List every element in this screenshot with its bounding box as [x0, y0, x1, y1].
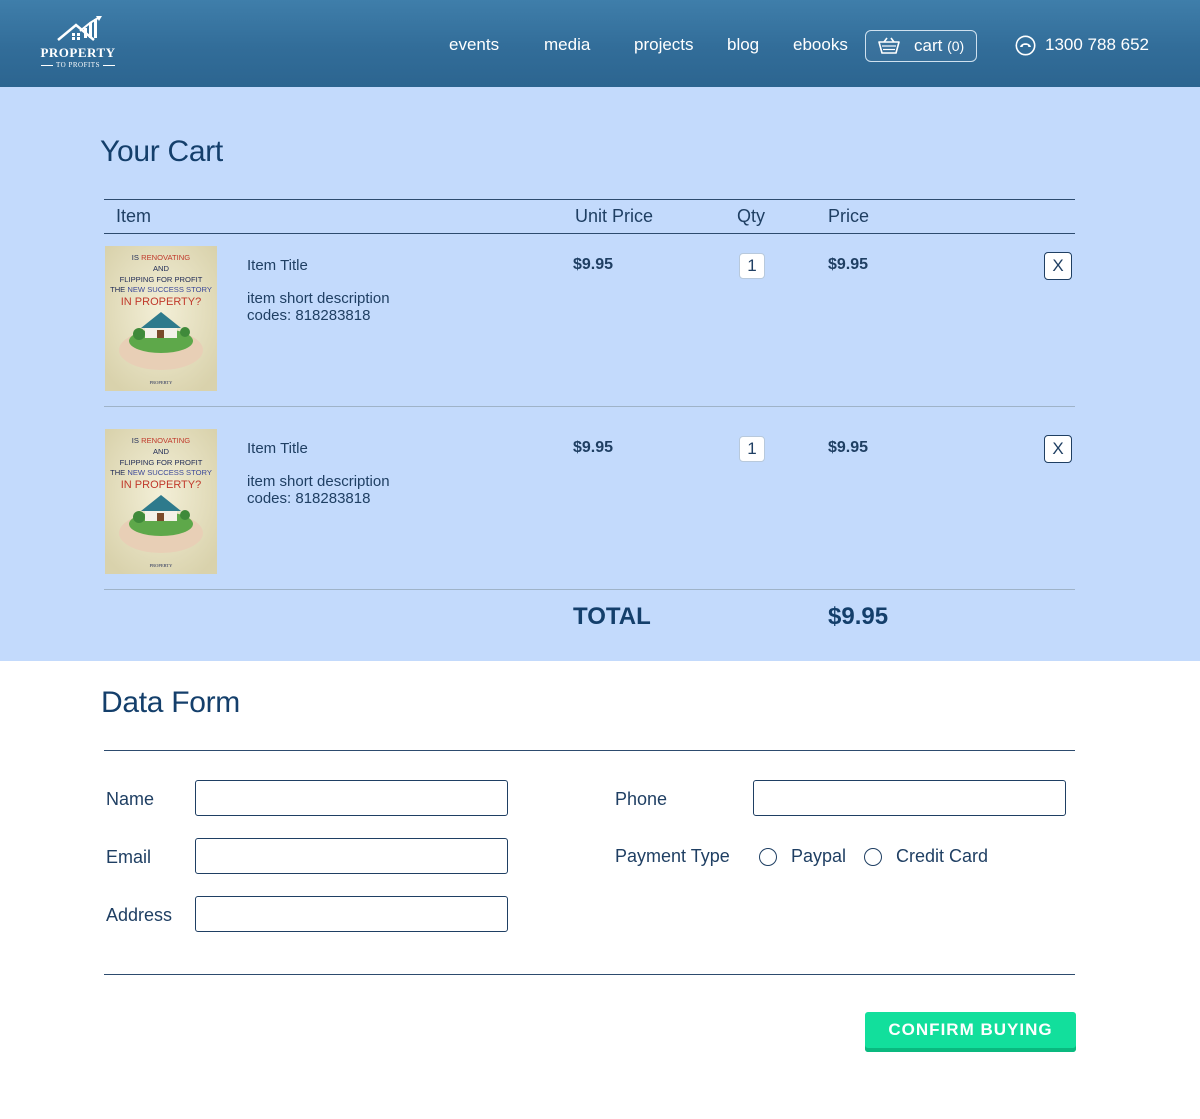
item-price: $9.95 [828, 256, 869, 273]
svg-text:THE NEW SUCCESS STORY: THE NEW SUCCESS STORY [110, 468, 212, 477]
email-label: Email [106, 847, 152, 867]
nav-item-media[interactable]: media [544, 35, 590, 55]
phone-icon [1015, 35, 1036, 56]
name-label: Name [106, 789, 155, 809]
ebook-cover-image[interactable]: IS RENOVATING AND FLIPPING FOR PROFIT TH… [105, 246, 217, 391]
address-field[interactable] [195, 896, 508, 932]
site-header: PROPERTY TO PROFITS events media project… [0, 0, 1200, 87]
row-divider [104, 589, 1075, 590]
row-divider [104, 406, 1075, 407]
item-description: item short description [247, 290, 390, 307]
brand-logo[interactable]: PROPERTY TO PROFITS [38, 16, 118, 72]
item-price: $9.95 [828, 439, 869, 456]
cart-header-top-rule [104, 199, 1075, 200]
payment-type-label: Payment Type [615, 846, 730, 866]
brand-tagline: TO PROFITS [38, 61, 118, 69]
cart-button[interactable]: cart (0) [865, 30, 977, 62]
confirm-buying-button[interactable]: CONFIRM BUYING [865, 1012, 1076, 1052]
item-title: Item Title [247, 440, 308, 457]
quantity-input[interactable] [739, 253, 765, 279]
column-header-unit-price: Unit Price [575, 206, 654, 226]
svg-text:AND: AND [153, 447, 170, 456]
item-codes: codes: 818283818 [247, 307, 371, 324]
svg-text:AND: AND [153, 264, 170, 273]
credit-card-radio[interactable] [864, 848, 882, 866]
brand-name: PROPERTY [40, 45, 116, 60]
svg-text:PROPERTY: PROPERTY [150, 380, 173, 385]
cart-count: (0) [947, 38, 965, 54]
cart-button-label: cart [914, 36, 943, 55]
ebook-cover-image[interactable]: IS RENOVATING AND FLIPPING FOR PROFIT TH… [105, 429, 217, 574]
svg-text:IN PROPERTY?: IN PROPERTY? [121, 479, 202, 491]
cart-basket-icon [878, 37, 900, 54]
form-title: Data Form [101, 686, 240, 719]
column-header-price: Price [828, 206, 870, 226]
item-codes: codes: 818283818 [247, 490, 371, 507]
cart-section: Your Cart Item Unit Price Qty Price IS R… [0, 87, 1200, 661]
nav-item-blog[interactable]: blog [727, 35, 759, 55]
item-unit-price: $9.95 [573, 256, 614, 273]
address-label: Address [106, 905, 173, 925]
svg-text:IS RENOVATING: IS RENOVATING [132, 436, 190, 445]
svg-text:PROPERTY: PROPERTY [150, 563, 173, 568]
svg-text:IS RENOVATING: IS RENOVATING [132, 253, 190, 262]
form-top-rule [104, 750, 1075, 751]
logo-house-icon [57, 16, 102, 41]
phone-number: 1300 788 652 [1045, 35, 1149, 54]
name-field[interactable] [195, 780, 508, 816]
svg-text:FLIPPING FOR PROFIT: FLIPPING FOR PROFIT [120, 458, 203, 467]
total-label: TOTAL [573, 603, 651, 630]
cart-header-bottom-rule [104, 233, 1075, 234]
item-title: Item Title [247, 257, 308, 274]
column-header-qty: Qty [737, 206, 766, 226]
phone-field[interactable] [753, 780, 1066, 816]
form-bottom-rule [104, 974, 1075, 975]
remove-item-button[interactable]: X [1044, 252, 1072, 280]
cart-title: Your Cart [100, 135, 223, 168]
item-unit-price: $9.95 [573, 439, 614, 456]
item-description: item short description [247, 473, 390, 490]
nav-item-projects[interactable]: projects [634, 35, 694, 55]
credit-card-option-label[interactable]: Credit Card [896, 846, 988, 867]
paypal-option-label[interactable]: Paypal [791, 846, 846, 867]
quantity-input[interactable] [739, 436, 765, 462]
remove-item-button[interactable]: X [1044, 435, 1072, 463]
paypal-radio[interactable] [759, 848, 777, 866]
svg-text:IN PROPERTY?: IN PROPERTY? [121, 296, 202, 308]
nav-item-events[interactable]: events [449, 35, 499, 55]
nav-item-ebooks[interactable]: ebooks [793, 35, 848, 55]
svg-text:THE NEW SUCCESS STORY: THE NEW SUCCESS STORY [110, 285, 212, 294]
total-value: $9.95 [828, 603, 889, 630]
svg-text:FLIPPING FOR PROFIT: FLIPPING FOR PROFIT [120, 275, 203, 284]
column-header-item: Item [116, 206, 152, 226]
phone-label: Phone [615, 789, 668, 809]
email-field[interactable] [195, 838, 508, 874]
